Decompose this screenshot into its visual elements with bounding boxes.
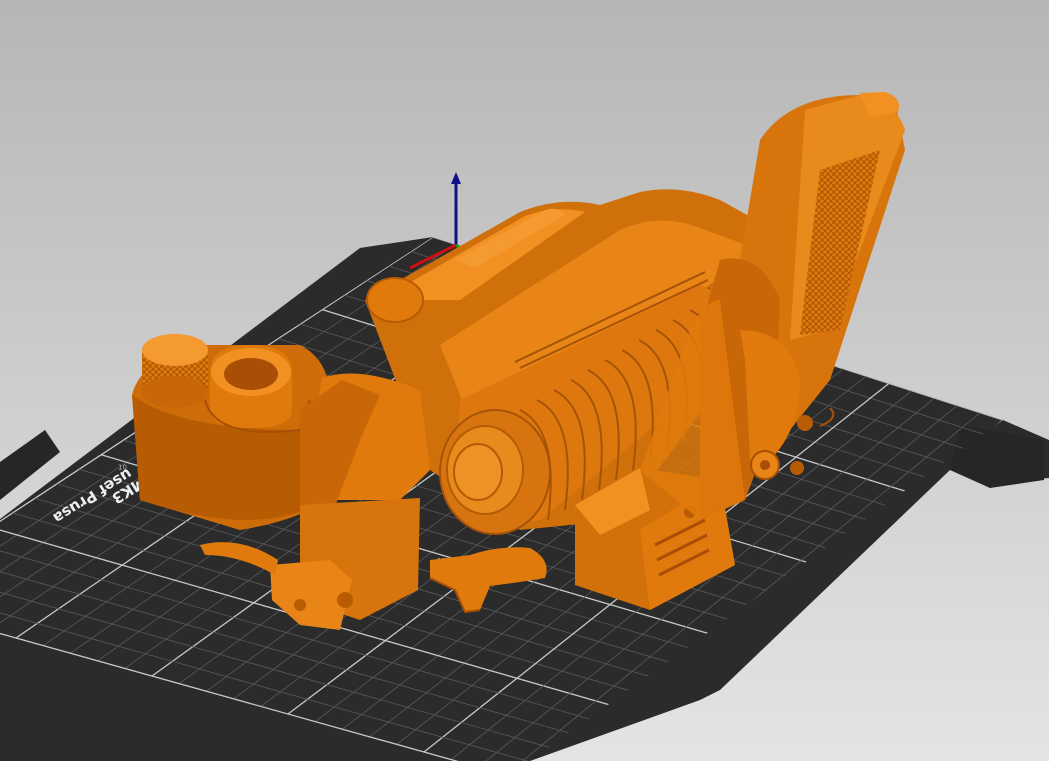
plater-scene[interactable]: 102030405060708090100110120 usef Prusa M…	[0, 0, 1049, 761]
3d-viewport[interactable]: 102030405060708090100110120 usef Prusa M…	[0, 0, 1049, 761]
